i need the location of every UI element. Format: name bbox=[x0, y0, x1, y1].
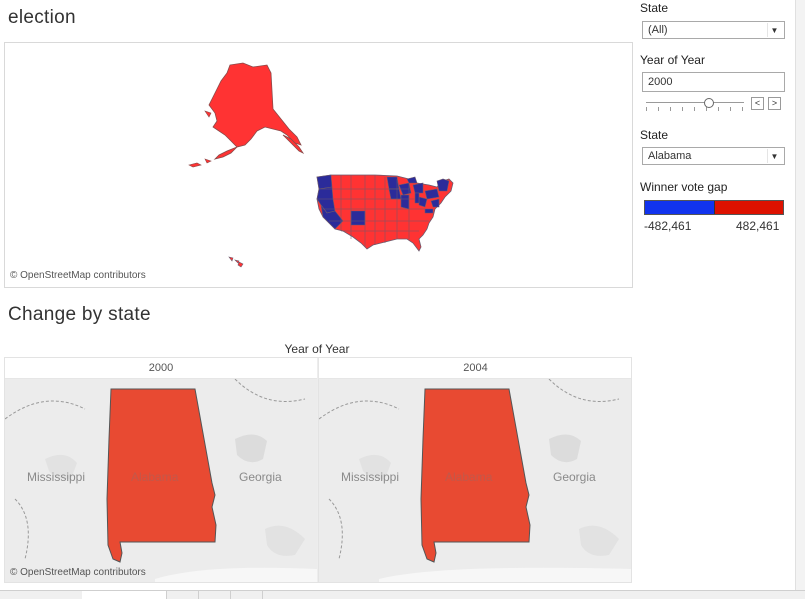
label-mississippi: Mississippi bbox=[341, 470, 400, 484]
map-credit: © OpenStreetMap contributors bbox=[10, 567, 146, 578]
state-filter-dropdown[interactable]: (All) ▼ bbox=[642, 21, 785, 39]
chevron-down-icon[interactable]: ▼ bbox=[767, 23, 781, 37]
alaska-shape[interactable] bbox=[188, 62, 305, 168]
state-param-label: State bbox=[640, 128, 669, 142]
change-by-state-title: Change by state bbox=[8, 304, 151, 325]
legend-low-swatch bbox=[645, 201, 714, 214]
legend-min-value: -482,461 bbox=[644, 219, 692, 233]
change-by-state-chart[interactable]: 2000 2004 Mississippi Alabama Georgia Mi… bbox=[4, 357, 632, 583]
state-filter-label: State bbox=[640, 1, 669, 15]
legend-max-value: 482,461 bbox=[736, 219, 780, 233]
slider-handle[interactable] bbox=[704, 98, 714, 108]
column-header-2000: 2000 bbox=[5, 358, 317, 379]
legend-title: Winner vote gap bbox=[640, 180, 728, 194]
column-header-2004: 2004 bbox=[318, 358, 631, 379]
chevron-down-icon[interactable]: ▼ bbox=[767, 149, 781, 163]
contiguous-us-shape[interactable] bbox=[316, 174, 454, 252]
legend-high-swatch bbox=[713, 201, 783, 214]
slider-ticks bbox=[646, 107, 744, 111]
election-map-canvas[interactable] bbox=[5, 43, 632, 287]
hawaii-shape[interactable] bbox=[228, 256, 244, 268]
label-georgia: Georgia bbox=[239, 470, 282, 484]
state-map-panel-2004[interactable]: Mississippi Alabama Georgia bbox=[318, 379, 631, 582]
election-map[interactable]: © OpenStreetMap contributors bbox=[4, 42, 633, 288]
state-param-value: Alabama bbox=[648, 150, 692, 162]
chevron-left-icon: < bbox=[754, 98, 761, 108]
color-legend-bar bbox=[644, 200, 784, 215]
label-mississippi: Mississippi bbox=[27, 470, 86, 484]
label-georgia: Georgia bbox=[553, 470, 596, 484]
year-input-value: 2000 bbox=[648, 76, 673, 88]
year-input[interactable]: 2000 bbox=[642, 72, 785, 92]
state-filter-value: (All) bbox=[648, 24, 668, 36]
state-param-dropdown[interactable]: Alabama ▼ bbox=[642, 147, 785, 165]
prev-year-button[interactable]: < bbox=[751, 97, 764, 110]
election-title: election bbox=[8, 7, 76, 28]
vertical-scrollbar[interactable] bbox=[795, 0, 805, 590]
chevron-right-icon: > bbox=[771, 98, 778, 108]
year-filter-label: Year of Year bbox=[640, 53, 705, 67]
state-map-panel-2000[interactable]: Mississippi Alabama Georgia bbox=[5, 379, 317, 582]
label-alabama: Alabama bbox=[445, 470, 493, 484]
label-alabama: Alabama bbox=[131, 470, 179, 484]
year-slider[interactable] bbox=[646, 98, 744, 112]
slider-track bbox=[646, 102, 744, 103]
column-axis-title: Year of Year bbox=[284, 342, 350, 356]
map-credit: © OpenStreetMap contributors bbox=[10, 270, 146, 281]
next-year-button[interactable]: > bbox=[768, 97, 781, 110]
